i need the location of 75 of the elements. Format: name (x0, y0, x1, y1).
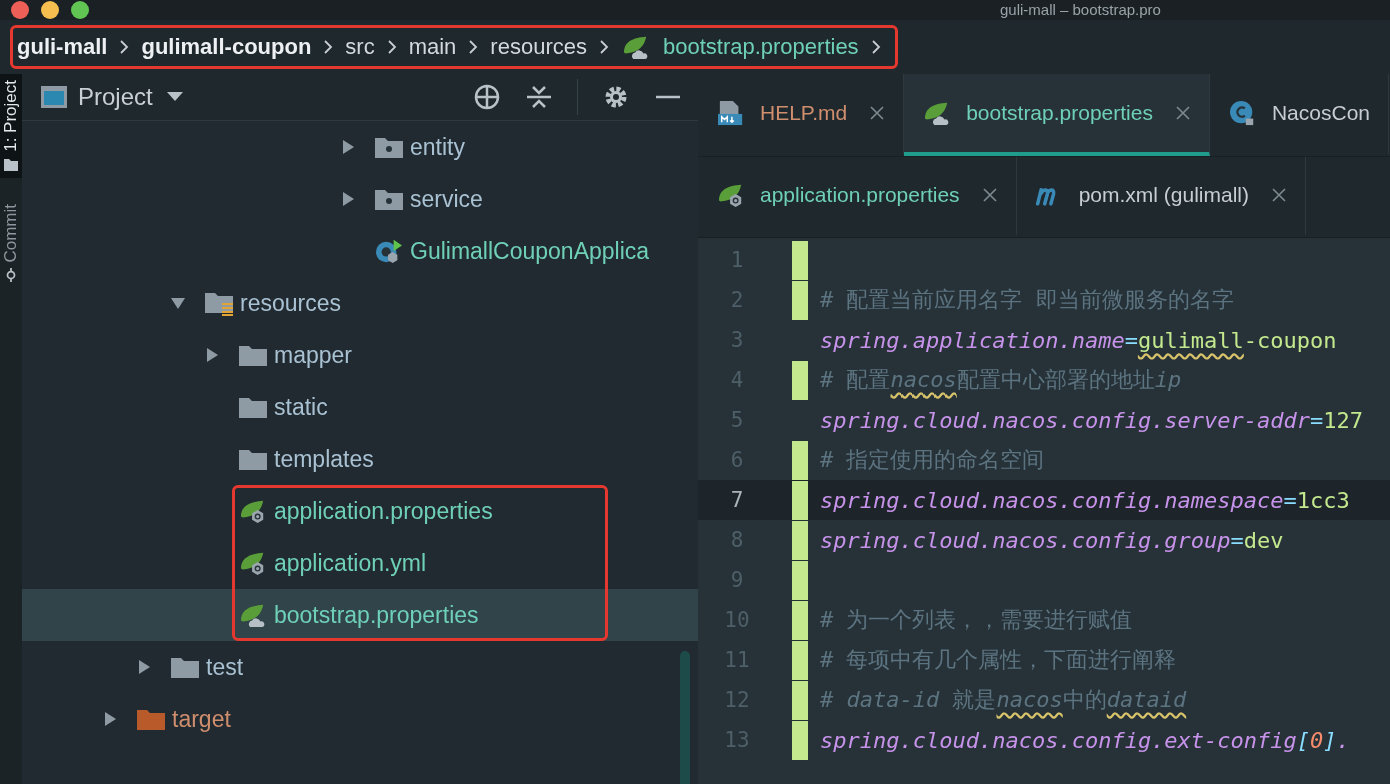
change-marker[interactable] (792, 680, 808, 720)
editor-tab[interactable]: application.properties (698, 157, 1017, 237)
project-window-icon (40, 85, 68, 109)
window-title: guli-mall – bootstrap.pro (1000, 1, 1161, 18)
expanded-arrow-icon[interactable] (170, 295, 186, 311)
code-line: spring.application.name=gulimall-coupon (820, 327, 1337, 353)
locate-icon[interactable] (473, 83, 501, 111)
tree-item[interactable]: templates (22, 433, 698, 485)
breadcrumb-item[interactable]: resources (490, 34, 587, 60)
tree-item[interactable]: bootstrap.properties (22, 589, 698, 641)
tree-item[interactable]: mapper (22, 329, 698, 381)
tree-item[interactable]: resources (22, 277, 698, 329)
code-line: spring.cloud.nacos.config.server-addr=127 (820, 407, 1364, 433)
collapsed-arrow-icon[interactable] (340, 191, 356, 207)
editor-tab[interactable]: bootstrap.properties (904, 74, 1210, 156)
tree-item[interactable]: test (22, 641, 698, 693)
chevron-icon (598, 39, 609, 55)
editor-tab[interactable]: NacosCon (1209, 74, 1389, 156)
change-marker[interactable] (792, 480, 808, 520)
collapsed-arrow-icon[interactable] (102, 711, 118, 727)
change-marker[interactable] (792, 440, 808, 480)
collapsed-arrow-icon[interactable] (136, 659, 152, 675)
tree-item[interactable]: target (22, 693, 698, 745)
code-line: spring.cloud.nacos.config.group=dev (820, 527, 1284, 553)
breadcrumb-item[interactable]: src (345, 34, 375, 60)
tool-window-tab[interactable]: 1: Project (0, 74, 22, 178)
collapsed-arrow-icon[interactable] (340, 139, 356, 155)
close-icon[interactable] (1271, 187, 1287, 203)
close-window-icon[interactable] (10, 0, 30, 20)
code-line: # 每项中有几个属性，下面进行阐释 (820, 646, 1177, 674)
minimize-window-icon[interactable] (40, 0, 60, 20)
chevron-icon (119, 39, 130, 55)
change-marker[interactable] (792, 520, 808, 560)
close-icon[interactable] (1174, 105, 1191, 121)
tree-item[interactable]: entity (22, 121, 698, 173)
project-view-selector[interactable]: Project (78, 83, 153, 111)
close-icon[interactable] (981, 187, 998, 203)
code-line: spring.cloud.nacos.config.namespace=1cc3 (820, 487, 1350, 513)
breadcrumb-item[interactable]: main (408, 34, 457, 60)
code-line: spring.cloud.nacos.config.ext-config[0]. (820, 727, 1350, 753)
class-run-icon (374, 238, 404, 264)
code-line: # 为一个列表，，需要进行赋值 (820, 606, 1133, 634)
dropdown-caret-icon[interactable] (166, 92, 183, 102)
tree-item[interactable]: application.yml (22, 537, 698, 589)
change-marker[interactable] (792, 280, 808, 320)
code-line: # 配置nacos配置中心部署的地址ip (820, 366, 1182, 394)
chevron-icon (386, 39, 397, 55)
tool-window-tab[interactable]: Commit (0, 197, 22, 289)
folder-icon (3, 157, 19, 172)
change-marker[interactable] (792, 560, 808, 600)
change-marker[interactable] (792, 600, 808, 640)
code-line: # 配置当前应用名字 即当前微服务的名字 (820, 286, 1234, 314)
resources-folder-icon (204, 290, 234, 316)
chevron-icon (468, 39, 479, 55)
change-marker[interactable] (792, 640, 808, 680)
breadcrumb-item[interactable]: bootstrap.properties (620, 34, 859, 60)
chevron-icon (323, 39, 334, 55)
scrollbar[interactable] (680, 651, 690, 784)
line-number: 7 (729, 488, 745, 512)
editor-tab[interactable]: pom.xml (gulimall) (1016, 157, 1306, 237)
tree-item[interactable]: service (22, 173, 698, 225)
collapsed-arrow-icon[interactable] (204, 347, 220, 363)
code-line: # data-id 就是nacos中的dataid (820, 686, 1187, 714)
breadcrumb-item[interactable]: gulimall-coupon (141, 34, 312, 60)
change-marker[interactable] (792, 360, 808, 400)
breadcrumb-item[interactable]: guli-mall (17, 34, 108, 60)
tree-item[interactable]: GulimallCouponApplica (22, 225, 698, 277)
change-marker[interactable] (792, 240, 808, 280)
chevron-icon (870, 39, 881, 55)
close-icon[interactable] (869, 105, 886, 121)
zoom-window-icon[interactable] (70, 0, 90, 20)
code-line: # 指定使用的命名空间 (820, 446, 1045, 474)
tree-item[interactable]: application.properties (22, 485, 698, 537)
tree-item[interactable]: static (22, 381, 698, 433)
change-marker[interactable] (792, 720, 808, 760)
